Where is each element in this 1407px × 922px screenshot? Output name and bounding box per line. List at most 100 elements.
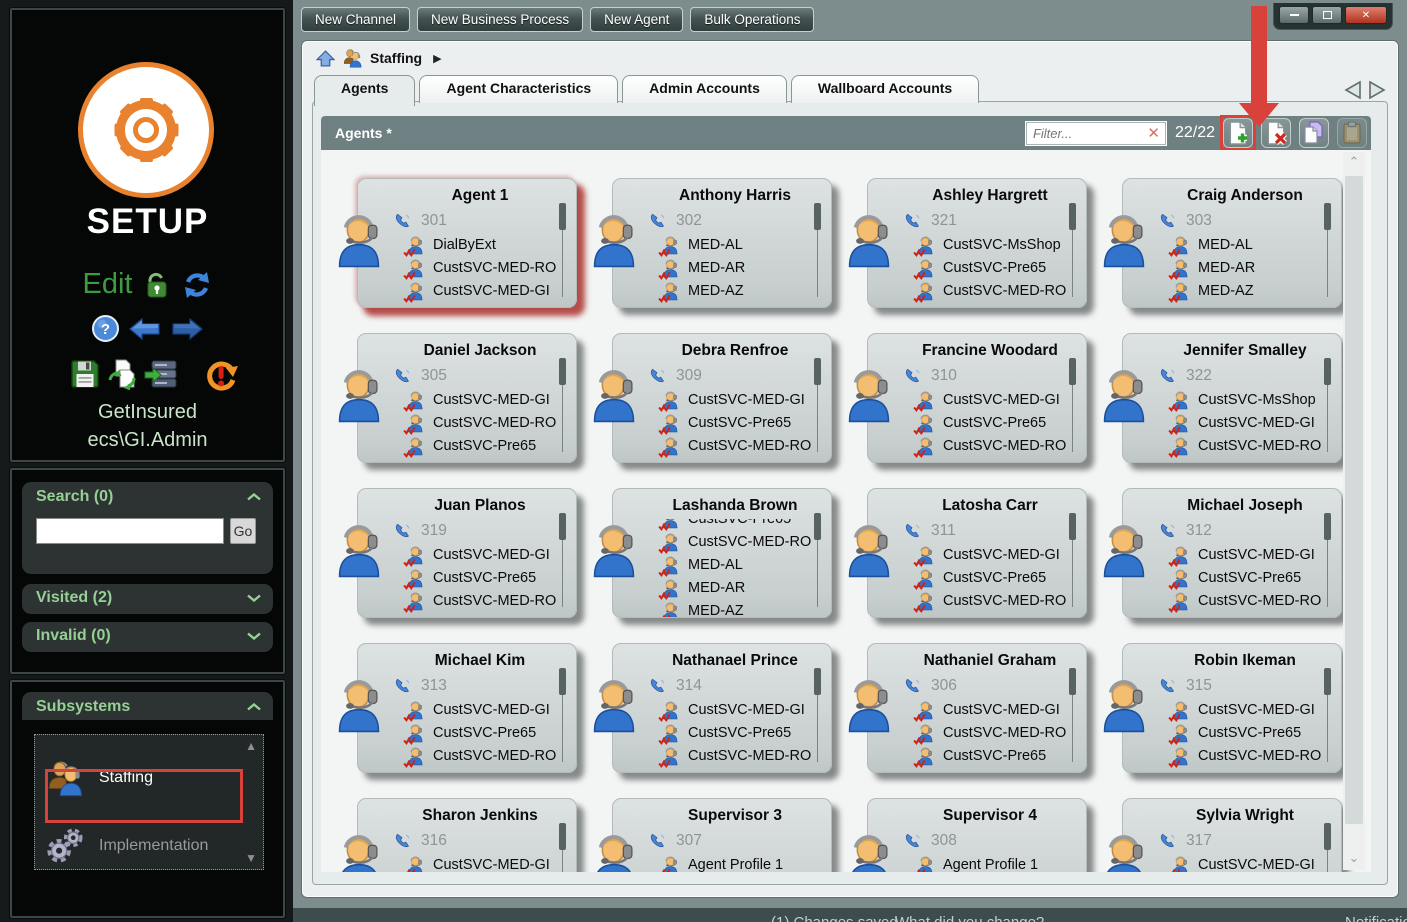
agent-profile-item[interactable]: CustSVC-MED-RO bbox=[647, 434, 825, 457]
agent-profile-item[interactable]: CustSVC-MED-GI bbox=[392, 543, 570, 566]
agent-profile-item[interactable]: CustSVC-MED-RO bbox=[647, 744, 825, 767]
agent-profile-item[interactable]: CustSVC-Pre65 bbox=[1157, 566, 1335, 589]
agent-profile-item[interactable]: MED-AR bbox=[647, 256, 825, 279]
agent-profile-item[interactable]: CustSVC-MED-GI bbox=[902, 388, 1080, 411]
card-scrollbar[interactable] bbox=[562, 823, 563, 872]
card-scrollbar[interactable] bbox=[562, 668, 563, 762]
agent-profile-item[interactable]: CustSVC-MED-GI bbox=[392, 388, 570, 411]
agent-profile-item[interactable]: CustSVC-MED-RO bbox=[392, 411, 570, 434]
agent-profile-item[interactable]: CustSVC-MED-GI bbox=[1157, 411, 1335, 434]
card-scrollbar[interactable] bbox=[817, 203, 818, 297]
card-scrollbar[interactable] bbox=[562, 513, 563, 607]
search-input[interactable] bbox=[36, 518, 224, 544]
card-scrollbar[interactable] bbox=[1072, 203, 1073, 297]
agent-profile-item[interactable]: CustSVC-MED-RO bbox=[647, 530, 825, 553]
agent-profile-item[interactable]: CustSVC-MsShop bbox=[902, 233, 1080, 256]
agent-profile-item[interactable]: Agent Profile 1 bbox=[902, 853, 1080, 872]
agent-card[interactable]: Craig Anderson 303 MED-AL bbox=[1122, 178, 1342, 308]
agent-profile-item[interactable]: CustSVC-MED-GI bbox=[1157, 853, 1335, 872]
refresh-icon[interactable] bbox=[182, 270, 212, 300]
agent-card[interactable]: Agent 1 301 DialByExt bbox=[357, 178, 577, 308]
agent-profile-item[interactable]: CustSVC-Pre65 bbox=[392, 434, 570, 457]
scroll-up-icon[interactable]: ▲ bbox=[245, 739, 257, 753]
forward-arrow-icon[interactable] bbox=[171, 317, 203, 341]
agent-profile-item[interactable]: MED-AZ bbox=[647, 599, 825, 617]
maximize-button[interactable] bbox=[1312, 6, 1342, 24]
agent-profile-item[interactable]: CustSVC-Pre65 bbox=[392, 566, 570, 589]
agent-profile-item[interactable]: CustSVC-Pre65 bbox=[647, 721, 825, 744]
new-agent-button[interactable]: New Agent bbox=[590, 7, 683, 32]
breadcrumb-expand-icon[interactable]: ▶ bbox=[433, 52, 441, 65]
agent-card[interactable]: Juan Planos 319 CustSVC-MED-GI bbox=[357, 488, 577, 618]
agent-profile-item[interactable]: CustSVC-Pre65 bbox=[902, 566, 1080, 589]
agent-profile-item[interactable]: CustSVC-MED-GI bbox=[392, 698, 570, 721]
agent-card[interactable]: Michael Joseph 312 CustSVC-MED-GI bbox=[1122, 488, 1342, 618]
tab-agents[interactable]: Agents bbox=[314, 75, 415, 106]
page-right-icon[interactable] bbox=[1366, 79, 1388, 101]
navigate-up-icon[interactable] bbox=[316, 50, 335, 67]
page-left-icon[interactable] bbox=[1342, 79, 1364, 101]
agent-profile-item[interactable]: MED-AR bbox=[647, 576, 825, 599]
breadcrumb-label[interactable]: Staffing bbox=[370, 50, 422, 66]
agent-profile-item[interactable]: MED-AL bbox=[647, 233, 825, 256]
agents-scrollbar[interactable]: ⌃ ⌄ bbox=[1343, 152, 1365, 870]
card-scrollbar[interactable] bbox=[817, 513, 818, 607]
agent-profile-item[interactable]: CustSVC-MED-RO bbox=[1157, 744, 1335, 767]
agent-card[interactable]: Robin Ikeman 315 CustSVC-MED-GI bbox=[1122, 643, 1342, 773]
agent-profile-item[interactable]: CustSVC-MED-GI bbox=[647, 388, 825, 411]
agent-profile-item[interactable]: MED-AL bbox=[647, 553, 825, 576]
subsystems-panel-header[interactable]: Subsystems bbox=[22, 692, 273, 720]
agent-profile-item[interactable]: CustSVC-MED-GI bbox=[902, 698, 1080, 721]
agent-profile-item[interactable]: CustSVC-Pre65 bbox=[902, 744, 1080, 767]
agent-profile-item[interactable]: CustSVC-MED-RO bbox=[902, 589, 1080, 612]
agent-profile-item[interactable]: CustSVC-MED-RO bbox=[392, 256, 570, 279]
visited-panel[interactable]: Visited (2) bbox=[22, 584, 273, 614]
new-channel-button[interactable]: New Channel bbox=[301, 7, 410, 32]
agent-card[interactable]: Supervisor 3 307 Agent Profile 1 bbox=[612, 798, 832, 872]
agent-card[interactable]: Francine Woodard 310 CustSVC-MED-GI bbox=[867, 333, 1087, 463]
minimize-button[interactable] bbox=[1279, 6, 1309, 24]
agent-profile-item[interactable]: Agent Profile 1 bbox=[647, 853, 825, 872]
unlock-icon[interactable] bbox=[144, 271, 170, 299]
agent-card[interactable]: Latosha Carr 311 CustSVC-MED-GI bbox=[867, 488, 1087, 618]
agent-profile-item[interactable]: MED-AZ bbox=[1157, 279, 1335, 302]
agent-profile-item[interactable]: CustSVC-MED-GI bbox=[1157, 698, 1335, 721]
import-export-icon[interactable] bbox=[106, 358, 138, 390]
agent-profile-item[interactable]: MED-AZ bbox=[647, 279, 825, 302]
bulk-operations-button[interactable]: Bulk Operations bbox=[690, 7, 814, 32]
scroll-up-icon[interactable]: ⌃ bbox=[1343, 154, 1365, 172]
agent-profile-item[interactable]: CustSVC-MED-GI bbox=[902, 543, 1080, 566]
scroll-down-icon[interactable]: ▼ bbox=[245, 851, 257, 865]
card-scrollbar[interactable] bbox=[817, 668, 818, 762]
card-scrollbar[interactable] bbox=[1327, 823, 1328, 872]
agent-card[interactable]: Supervisor 4 308 Agent Profile 1 bbox=[867, 798, 1087, 872]
agent-profile-item[interactable]: CustSVC-MED-RO bbox=[1157, 589, 1335, 612]
agent-card[interactable]: Lashanda Brown CustSVC-Pre65 CustSVC-MED bbox=[612, 488, 832, 618]
pending-changes-icon[interactable] bbox=[204, 358, 238, 394]
agent-profile-item[interactable]: CustSVC-Pre65 bbox=[392, 721, 570, 744]
card-scrollbar[interactable] bbox=[562, 358, 563, 452]
deploy-server-icon[interactable] bbox=[144, 358, 178, 390]
agent-profile-item[interactable]: CustSVC-Pre65 bbox=[902, 256, 1080, 279]
agent-profile-item[interactable]: CustSVC-MED-RO bbox=[1157, 434, 1335, 457]
save-icon[interactable] bbox=[70, 359, 100, 389]
clear-filter-icon[interactable]: ✕ bbox=[1147, 124, 1166, 142]
filter-input[interactable] bbox=[1026, 126, 1145, 141]
agent-profile-item[interactable]: DialByExt bbox=[392, 233, 570, 256]
agent-card[interactable]: Nathaniel Graham 306 CustSVC-MED-GI bbox=[867, 643, 1087, 773]
agent-card[interactable]: Anthony Harris 302 MED-AL bbox=[612, 178, 832, 308]
agent-profile-item[interactable]: CustSVC-Pre65 bbox=[647, 519, 825, 530]
agent-card[interactable]: Daniel Jackson 305 CustSVC-MED-GI bbox=[357, 333, 577, 463]
agent-profile-item[interactable]: CustSVC-Pre65 bbox=[902, 411, 1080, 434]
status-change-link[interactable]: What did you change? bbox=[895, 914, 1044, 922]
agent-card[interactable]: Sylvia Wright 317 CustSVC-MED-GI bbox=[1122, 798, 1342, 872]
agent-card[interactable]: Michael Kim 313 CustSVC-MED-GI bbox=[357, 643, 577, 773]
agent-card[interactable]: Sharon Jenkins 316 CustSVC-MED-GI bbox=[357, 798, 577, 872]
tab-admin-accounts[interactable]: Admin Accounts bbox=[622, 75, 787, 103]
agent-profile-item[interactable]: CustSVC-MED-RO bbox=[392, 589, 570, 612]
card-scrollbar[interactable] bbox=[1327, 513, 1328, 607]
agent-card[interactable]: Debra Renfroe 309 CustSVC-MED-GI bbox=[612, 333, 832, 463]
agent-profile-item[interactable]: CustSVC-MED-GI bbox=[392, 279, 570, 302]
tab-wallboard-accounts[interactable]: Wallboard Accounts bbox=[791, 75, 979, 103]
agent-profile-item[interactable]: MED-AR bbox=[1157, 256, 1335, 279]
